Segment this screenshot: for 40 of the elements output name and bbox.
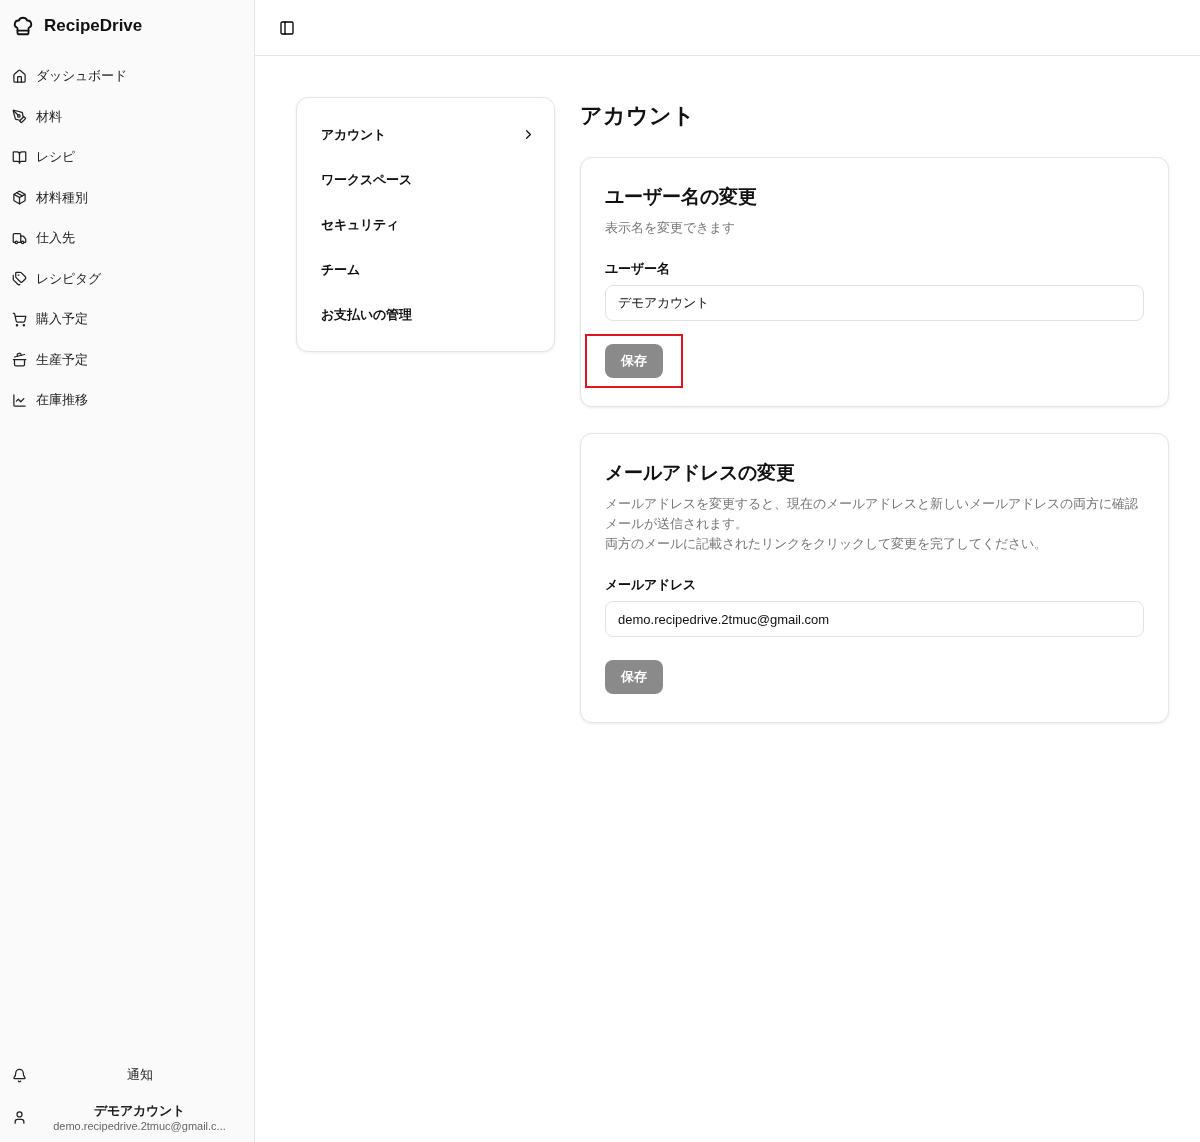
settings-menu-item[interactable]: ワークスペース	[321, 157, 536, 202]
nav-icon	[12, 352, 27, 368]
input-field[interactable]: demo.recipedrive.2tmuc@gmail.com	[605, 601, 1144, 637]
nav-icon	[12, 68, 27, 84]
nav-icon	[12, 392, 27, 408]
card-description: 表示名を変更できます	[605, 219, 736, 237]
nav-icon	[12, 311, 27, 327]
settings-menu-item[interactable]: セキュリティ	[321, 202, 536, 247]
sidebar-item[interactable]: レシピタグ	[12, 258, 244, 299]
settings-menu-item[interactable]: お支払いの管理	[321, 292, 536, 337]
field-label: ユーザー名	[605, 260, 671, 278]
user-icon	[12, 1109, 27, 1125]
sidebar-item[interactable]: 購入予定	[12, 299, 244, 340]
settings-menu-item[interactable]: チーム	[321, 247, 536, 292]
input-field[interactable]: デモアカウント	[605, 285, 1144, 321]
user-name: デモアカウント	[94, 1102, 185, 1120]
nav-icon	[12, 149, 27, 165]
sidebar-item[interactable]: 材料種別	[12, 177, 244, 218]
notifications-link[interactable]: 通知	[12, 1066, 244, 1084]
brand-name: RecipeDrive	[44, 16, 143, 36]
card-title: ユーザー名の変更	[605, 184, 758, 209]
page-title: アカウント	[580, 102, 696, 130]
card-description: メールアドレスを変更すると、現在のメールアドレスと新しいメールアドレスの両方に確認メールが送信されます。	[605, 495, 1139, 533]
sidebar-item[interactable]: 生産予定	[12, 339, 244, 380]
card-description: 両方のメールに記載されたリンクをクリックして変更を完了してください。	[605, 535, 1048, 553]
settings-menu-item[interactable]: アカウント	[321, 112, 536, 157]
nav-icon	[12, 109, 27, 125]
nav-icon	[12, 230, 27, 246]
sidebar-item[interactable]: 材料	[12, 96, 244, 137]
nav-icon	[12, 271, 27, 287]
user-email: demo.recipedrive.2tmuc@gmail.c...	[53, 1120, 226, 1132]
sidebar-item[interactable]: 在庫推移	[12, 380, 244, 421]
bell-icon	[12, 1067, 27, 1083]
sidebar-item[interactable]: レシピ	[12, 137, 244, 178]
card-title: メールアドレスの変更	[605, 460, 796, 485]
nav-icon	[12, 190, 27, 206]
sidebar-item[interactable]: ダッシュボード	[12, 56, 244, 97]
chef-hat-icon	[12, 15, 34, 37]
sidebar-item[interactable]: 仕入先	[12, 218, 244, 259]
field-label: メールアドレス	[605, 576, 697, 594]
